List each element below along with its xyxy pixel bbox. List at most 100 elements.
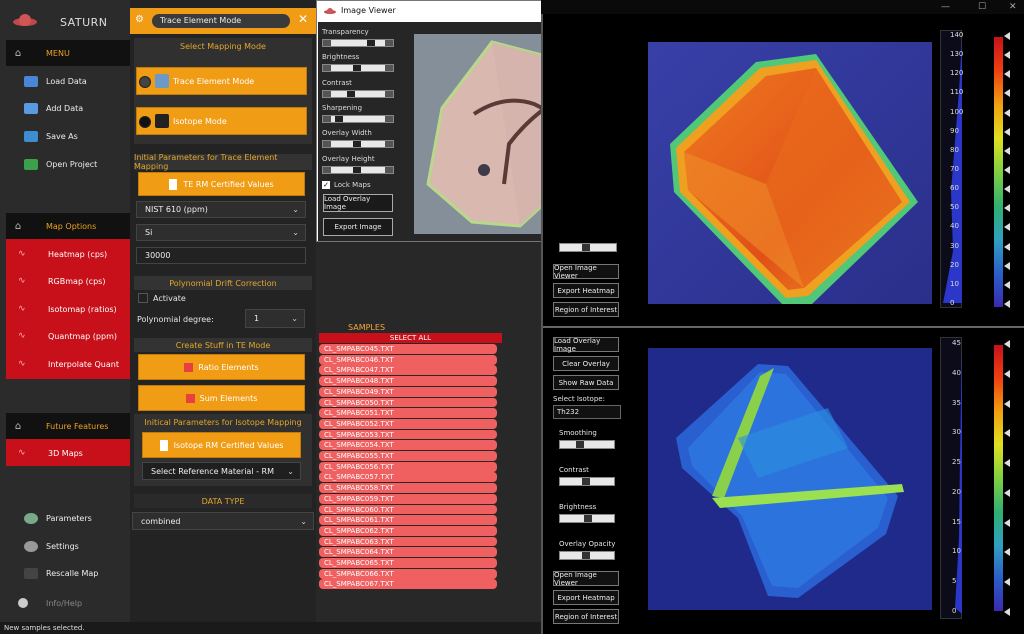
isotope-input[interactable]: Th232 bbox=[553, 405, 621, 419]
clear-overlay-button[interactable]: Clear Overlay bbox=[553, 356, 619, 371]
element-select[interactable]: Si ⌄ bbox=[136, 224, 306, 241]
radio-icon[interactable] bbox=[139, 76, 151, 88]
close-icon[interactable]: ✕ bbox=[298, 12, 308, 26]
isotope-mode-button[interactable]: Isotope Mode bbox=[136, 107, 307, 135]
slider-handle[interactable] bbox=[582, 478, 590, 485]
right-arrow-icon[interactable] bbox=[385, 65, 393, 71]
sum-elements-button[interactable]: Sum Elements bbox=[138, 385, 305, 411]
slider-handle[interactable] bbox=[347, 91, 355, 97]
sample-item[interactable]: CL_SMPABC050.TXT bbox=[319, 397, 497, 408]
bottom-open-image-viewer-button[interactable]: Open Image Viewer bbox=[553, 571, 619, 587]
bottom-region-of-interest-button[interactable]: Region of Interest bbox=[553, 609, 619, 624]
isotope-reference-select[interactable]: Select Reference Material - RM ⌄ bbox=[142, 462, 301, 480]
left-arrow-icon[interactable] bbox=[323, 116, 331, 122]
sample-item[interactable]: CL_SMPABC067.TXT bbox=[319, 579, 497, 590]
sample-item[interactable]: CL_SMPABC061.TXT bbox=[319, 515, 497, 526]
top-open-image-viewer-button[interactable]: Open Image Viewer bbox=[553, 264, 619, 280]
slider-handle[interactable] bbox=[584, 515, 592, 522]
reference-material-select[interactable]: NIST 610 (ppm) ⌄ bbox=[136, 201, 306, 218]
value-input[interactable]: 30000 bbox=[136, 247, 306, 264]
top-export-heatmap-button[interactable]: Export Heatmap bbox=[553, 283, 619, 298]
slider-handle[interactable] bbox=[582, 552, 590, 559]
left-arrow-icon[interactable] bbox=[323, 40, 331, 46]
slider-handle[interactable] bbox=[353, 167, 361, 173]
slider-handle[interactable] bbox=[353, 141, 361, 147]
lock-maps-checkbox[interactable]: ✓ bbox=[322, 181, 330, 189]
mode-selector[interactable]: Trace Element Mode bbox=[152, 14, 290, 28]
3d-maps-item[interactable]: ∿ 3D Maps bbox=[18, 445, 83, 461]
info-help-item[interactable]: Info/Help bbox=[18, 595, 82, 611]
right-arrow-icon[interactable] bbox=[385, 141, 393, 147]
map-options-header[interactable]: ⌂ Map Options bbox=[6, 213, 130, 239]
slider-handle[interactable] bbox=[582, 244, 590, 251]
sample-item[interactable]: CL_SMPABC055.TXT bbox=[319, 451, 497, 461]
rescale-map-item[interactable]: Rescalle Map bbox=[24, 565, 98, 581]
sample-item[interactable]: CL_SMPABC065.TXT bbox=[319, 558, 497, 568]
add-data-item[interactable]: Add Data bbox=[24, 100, 83, 116]
open-project-item[interactable]: Open Project bbox=[24, 156, 97, 172]
right-arrow-icon[interactable] bbox=[385, 116, 393, 122]
close-icon[interactable]: ✕ bbox=[1009, 2, 1017, 12]
sample-item[interactable]: CL_SMPABC066.TXT bbox=[319, 568, 497, 579]
sample-item[interactable]: CL_SMPABC054.TXT bbox=[319, 440, 497, 451]
heatmap-item[interactable]: ∿ Heatmap (cps) bbox=[18, 246, 107, 262]
sample-item[interactable]: CL_SMPABC045.TXT bbox=[319, 344, 497, 354]
sample-item[interactable]: CL_SMPABC046.TXT bbox=[319, 354, 497, 365]
ratio-elements-button[interactable]: Ratio Elements bbox=[138, 354, 305, 380]
activate-checkbox[interactable] bbox=[138, 293, 148, 303]
te-certified-values-button[interactable]: TE RM Certified Values bbox=[138, 172, 305, 196]
show-raw-data-button[interactable]: Show Raw Data bbox=[553, 375, 619, 390]
sample-item[interactable]: CL_SMPABC058.TXT bbox=[319, 483, 497, 493]
select-all-button[interactable]: SELECT ALL bbox=[319, 333, 502, 343]
isotope-certified-values-button[interactable]: Isotope RM Certified Values bbox=[142, 432, 301, 458]
menu-header[interactable]: ⌂ MENU bbox=[6, 40, 130, 66]
bottom-export-heatmap-button[interactable]: Export Heatmap bbox=[553, 590, 619, 605]
export-image-button[interactable]: Export Image bbox=[323, 218, 393, 236]
rgbmap-item[interactable]: ∿ RGBmap (cps) bbox=[18, 273, 105, 289]
sample-item[interactable]: CL_SMPABC057.TXT bbox=[319, 472, 497, 483]
trace-element-mode-button[interactable]: Trace Element Mode bbox=[136, 67, 307, 95]
settings-item[interactable]: Settings bbox=[24, 538, 79, 554]
transparency-slider[interactable] bbox=[322, 39, 394, 47]
sample-item[interactable]: CL_SMPABC063.TXT bbox=[319, 536, 497, 547]
right-arrow-icon[interactable] bbox=[385, 40, 393, 46]
sharpening-slider[interactable] bbox=[322, 115, 394, 123]
left-arrow-icon[interactable] bbox=[323, 141, 331, 147]
right-arrow-icon[interactable] bbox=[385, 91, 393, 97]
load-overlay-image-button[interactable]: Load Overlay Image bbox=[323, 194, 393, 212]
slider-handle[interactable] bbox=[576, 441, 584, 448]
sample-item[interactable]: CL_SMPABC047.TXT bbox=[319, 365, 497, 376]
brightness-slider[interactable] bbox=[322, 64, 394, 72]
sample-item[interactable]: CL_SMPABC060.TXT bbox=[319, 504, 497, 515]
sample-item[interactable]: CL_SMPABC056.TXT bbox=[319, 461, 497, 472]
data-type-select[interactable]: combined ⌄ bbox=[132, 512, 314, 530]
top-region-of-interest-button[interactable]: Region of Interest bbox=[553, 302, 619, 317]
top-heatmap[interactable] bbox=[648, 42, 932, 304]
save-as-item[interactable]: Save As bbox=[24, 128, 78, 144]
brightness-slider[interactable] bbox=[559, 514, 615, 523]
interpolate-quant-item[interactable]: ∿ Interpolate Quant bbox=[18, 356, 119, 372]
smoothing-slider[interactable] bbox=[559, 440, 615, 449]
sample-item[interactable]: CL_SMPABC053.TXT bbox=[319, 429, 497, 440]
slider-handle[interactable] bbox=[367, 40, 375, 46]
left-arrow-icon[interactable] bbox=[323, 65, 331, 71]
isotomap-item[interactable]: ∿ Isotomap (ratios) bbox=[18, 301, 117, 317]
sample-item[interactable]: CL_SMPABC062.TXT bbox=[319, 525, 497, 536]
load-overlay-image-button[interactable]: Load Overlay Image bbox=[553, 337, 619, 353]
sample-item[interactable]: CL_SMPABC064.TXT bbox=[319, 547, 497, 558]
minimize-icon[interactable]: — bbox=[941, 2, 950, 12]
contrast-slider[interactable] bbox=[559, 477, 615, 486]
radio-icon[interactable] bbox=[139, 116, 151, 128]
sample-item[interactable]: CL_SMPABC049.TXT bbox=[319, 386, 497, 397]
overlay-opacity-slider[interactable] bbox=[559, 551, 615, 560]
bottom-heatmap[interactable] bbox=[648, 348, 932, 610]
contrast-slider[interactable] bbox=[322, 90, 394, 98]
sample-item[interactable]: CL_SMPABC048.TXT bbox=[319, 376, 497, 386]
parameters-item[interactable]: Parameters bbox=[24, 510, 92, 526]
load-data-item[interactable]: Load Data bbox=[24, 73, 87, 89]
overlay-width-slider[interactable] bbox=[322, 140, 394, 148]
overlay-height-slider[interactable] bbox=[322, 166, 394, 174]
degree-select[interactable]: 1 ⌄ bbox=[245, 309, 305, 328]
gear-icon[interactable]: ⚙ bbox=[135, 14, 144, 25]
sample-item[interactable]: CL_SMPABC052.TXT bbox=[319, 418, 497, 429]
